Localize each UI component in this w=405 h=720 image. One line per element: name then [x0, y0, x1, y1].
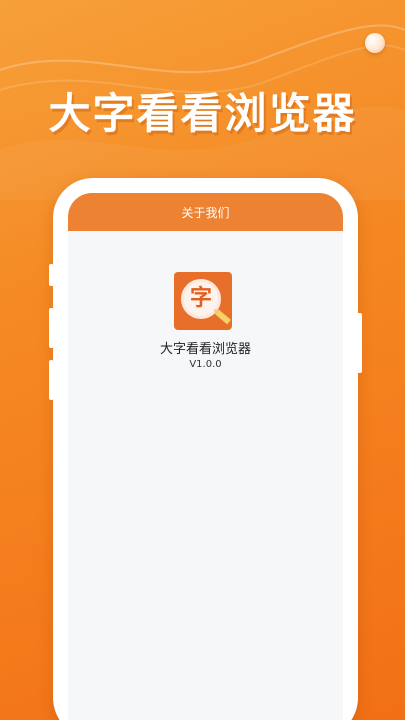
about-header: 关于我们	[68, 193, 343, 231]
logo-character: 字	[189, 286, 212, 311]
promo-title: 大字看看浏览器	[48, 89, 357, 138]
phone-button-left-middle	[49, 308, 54, 348]
app-version: V1.0.0	[189, 359, 222, 370]
phone-screen: 关于我们 字 大字看看浏览器 V1.0.0	[68, 193, 343, 720]
phone-button-right	[357, 313, 362, 373]
phone-button-left-bottom	[49, 360, 54, 400]
header-title: 关于我们	[181, 205, 230, 220]
bubble-decoration	[365, 33, 385, 53]
phone-mockup: 关于我们 字 大字看看浏览器 V1.0.0	[49, 178, 362, 720]
pencil-icon	[214, 309, 232, 325]
app-name: 大字看看浏览器	[159, 342, 251, 357]
phone-button-left-top	[49, 264, 54, 286]
app-logo: 字	[174, 272, 232, 330]
